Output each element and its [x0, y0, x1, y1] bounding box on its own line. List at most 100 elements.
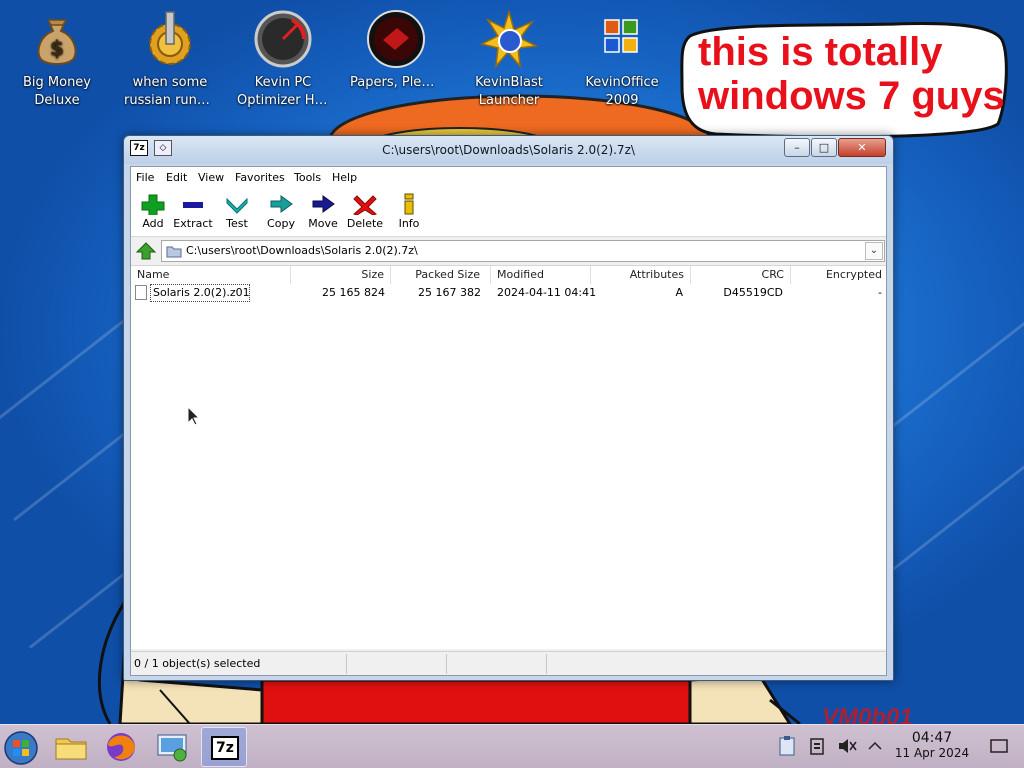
icon-label: russian runs a...	[124, 93, 220, 108]
taskbar-7zip[interactable]: 7z	[201, 727, 247, 767]
icon-label: Big Money	[22, 75, 91, 90]
column-header-attributes[interactable]: Attributes	[591, 266, 691, 284]
menu-favorites[interactable]: Favorites	[235, 171, 285, 184]
address-bar: C:\users\root\Downloads\Solaris 2.0(2).7…	[131, 239, 886, 263]
copy-label: Copy	[267, 217, 295, 230]
windows-orb-icon	[4, 731, 38, 765]
icon-label: Deluxe	[34, 93, 80, 108]
watermark: VM0b01	[822, 704, 913, 724]
copy-icon	[259, 193, 303, 215]
toolbar: Add Extract Test Copy Move Delete Info	[131, 189, 886, 237]
info-button[interactable]: Info	[387, 193, 431, 230]
up-folder-button[interactable]	[135, 241, 157, 261]
clock-time: 04:47	[911, 730, 953, 746]
menu-file[interactable]: File	[136, 171, 154, 184]
add-label: Add	[142, 217, 164, 230]
svg-text:$: $	[50, 36, 64, 60]
menu-edit[interactable]: Edit	[166, 171, 187, 184]
folder-icon	[55, 738, 87, 760]
title-bar[interactable]: 7z ◇ C:\users\root\Downloads\Solaris 2.0…	[124, 136, 893, 164]
icon-label: KevinBlast	[475, 75, 543, 90]
clock[interactable]: 04:47 11 Apr 2024	[886, 731, 978, 761]
gear-icon	[141, 10, 199, 68]
icon-label: KevinOffice	[585, 75, 659, 90]
delete-button[interactable]: Delete	[343, 193, 387, 230]
window-client: File Edit View Favorites Tools Help Add …	[130, 166, 887, 676]
bubble-text: this is totally windows 7 guys	[698, 30, 1005, 118]
file-packed-size: 25 167 382	[418, 286, 481, 299]
clipboard-tray-icon[interactable]	[776, 735, 798, 757]
file-list[interactable]: Name Size Packed Size Modified Attribute…	[131, 265, 886, 649]
info-label: Info	[398, 217, 420, 230]
add-icon	[131, 193, 175, 218]
delete-label: Delete	[346, 217, 384, 230]
speedometer-icon	[254, 10, 312, 68]
chevron-down-icon[interactable]: ⌄	[865, 242, 883, 260]
status-bar: 0 / 1 object(s) selected	[131, 651, 886, 675]
address-input[interactable]: C:\users\root\Downloads\Solaris 2.0(2).7…	[161, 240, 885, 262]
office-icon	[593, 10, 651, 68]
column-header-encrypted[interactable]: Encrypted	[791, 266, 886, 284]
desktop-icon-russian[interactable]: when some russian runs a...	[120, 10, 220, 110]
column-header-size[interactable]: Size	[291, 266, 391, 284]
file-modified: 2024-04-11 04:41	[497, 286, 597, 299]
address-text: C:\users\root\Downloads\Solaris 2.0(2).7…	[186, 244, 418, 257]
move-button[interactable]: Move	[301, 193, 345, 230]
minimize-button[interactable]: –	[784, 138, 810, 157]
copy-button[interactable]: Copy	[259, 193, 303, 230]
start-button[interactable]	[0, 727, 44, 767]
volume-muted-icon[interactable]	[836, 735, 858, 757]
move-icon	[301, 193, 345, 215]
taskbar-file-explorer[interactable]	[48, 727, 94, 767]
column-header-modified[interactable]: Modified	[491, 266, 591, 284]
desktop-icon-kevin-pc-optimizer[interactable]: Kevin PC Optimizer Ho...	[233, 10, 333, 110]
icon-label: when some	[132, 75, 208, 90]
status-selection: 0 / 1 object(s) selected	[131, 654, 347, 674]
file-attributes: A	[675, 286, 683, 299]
7zip-icon: 7z	[211, 736, 239, 760]
chevron-up-icon[interactable]	[864, 735, 886, 757]
status-segment	[347, 654, 447, 674]
speech-bubble: this is totally windows 7 guys	[676, 16, 1016, 146]
desktop-icon-big-money[interactable]: $ Big Money Deluxe	[7, 10, 107, 110]
close-button[interactable]: ✕	[838, 138, 886, 157]
taskbar-control-panel[interactable]	[150, 727, 196, 767]
menu-bar: File Edit View Favorites Tools Help	[131, 167, 886, 189]
test-button[interactable]: Test	[215, 193, 259, 230]
extract-button[interactable]: Extract	[171, 193, 215, 230]
7zip-window: 7z ◇ C:\users\root\Downloads\Solaris 2.0…	[123, 135, 894, 681]
desktop-icon-kevinblast[interactable]: KevinBlast Launcher	[459, 9, 559, 110]
status-segment	[547, 654, 886, 674]
taskbar-firefox[interactable]	[98, 727, 144, 767]
delete-icon	[343, 193, 387, 216]
column-header-packed-size[interactable]: Packed Size	[391, 266, 491, 284]
show-desktop-icon[interactable]	[988, 735, 1010, 757]
mouse-cursor-icon	[187, 406, 201, 426]
menu-help[interactable]: Help	[332, 171, 357, 184]
maximize-button[interactable]: □	[811, 138, 837, 157]
control-panel-icon	[157, 734, 187, 762]
battery-tray-icon[interactable]	[806, 735, 828, 757]
firefox-icon	[107, 733, 135, 761]
test-label: Test	[226, 217, 248, 230]
info-icon	[387, 193, 431, 215]
icon-label: Papers, Please	[350, 75, 445, 90]
column-header-crc[interactable]: CRC	[691, 266, 791, 284]
extract-label: Extract	[173, 217, 213, 230]
file-size: 25 165 824	[322, 286, 385, 299]
desktop-icon-kevinoffice[interactable]: KevinOffice 2009	[572, 10, 672, 110]
icon-label: Launcher	[478, 93, 540, 108]
desktop-icon-papers-please[interactable]: Papers, Please	[346, 10, 446, 92]
column-header-name[interactable]: Name	[131, 266, 291, 284]
icon-label: Kevin PC	[254, 75, 312, 90]
up-arrow-icon	[135, 242, 157, 260]
icon-label: 2009	[605, 93, 639, 108]
starburst-icon	[479, 9, 539, 69]
file-name[interactable]: Solaris 2.0(2).z01	[150, 284, 250, 302]
menu-tools[interactable]: Tools	[294, 171, 321, 184]
menu-view[interactable]: View	[198, 171, 224, 184]
folder-icon	[166, 246, 182, 258]
add-button[interactable]: Add	[131, 193, 175, 230]
window-title: C:\users\root\Downloads\Solaris 2.0(2).7…	[382, 143, 635, 157]
money-bag-icon: $	[28, 10, 86, 68]
